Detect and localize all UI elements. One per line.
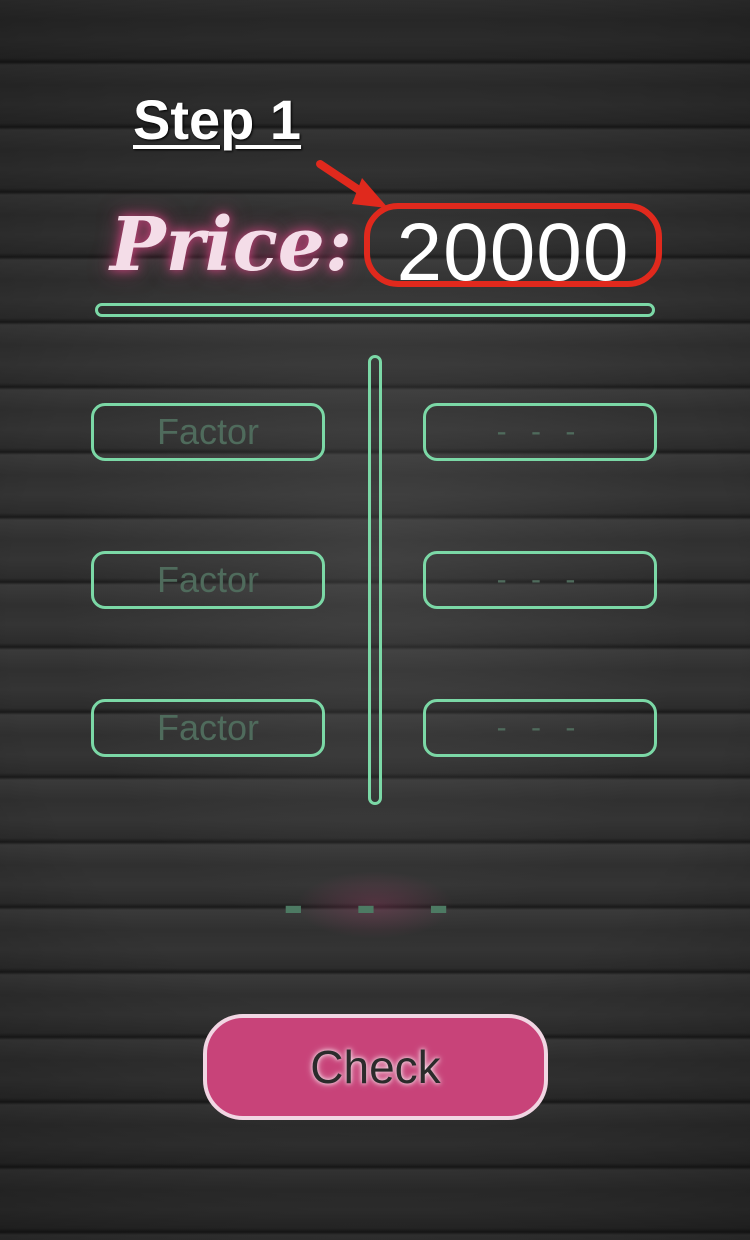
factor-input-3[interactable] [91, 699, 325, 757]
factor-result-2: - - - [423, 551, 657, 609]
factor-input-1[interactable] [91, 403, 325, 461]
factor-result-1: - - - [423, 403, 657, 461]
center-divider [368, 355, 382, 805]
price-highlight-outline [364, 203, 662, 287]
step-1-annotation: Step 1 [133, 88, 302, 151]
check-button[interactable]: Check [203, 1014, 548, 1120]
price-label: Price: [110, 202, 353, 288]
price-underline-divider [95, 303, 655, 317]
factor-input-2[interactable] [91, 551, 325, 609]
total-result: - - - [270, 860, 480, 950]
factor-result-3: - - - [423, 699, 657, 757]
